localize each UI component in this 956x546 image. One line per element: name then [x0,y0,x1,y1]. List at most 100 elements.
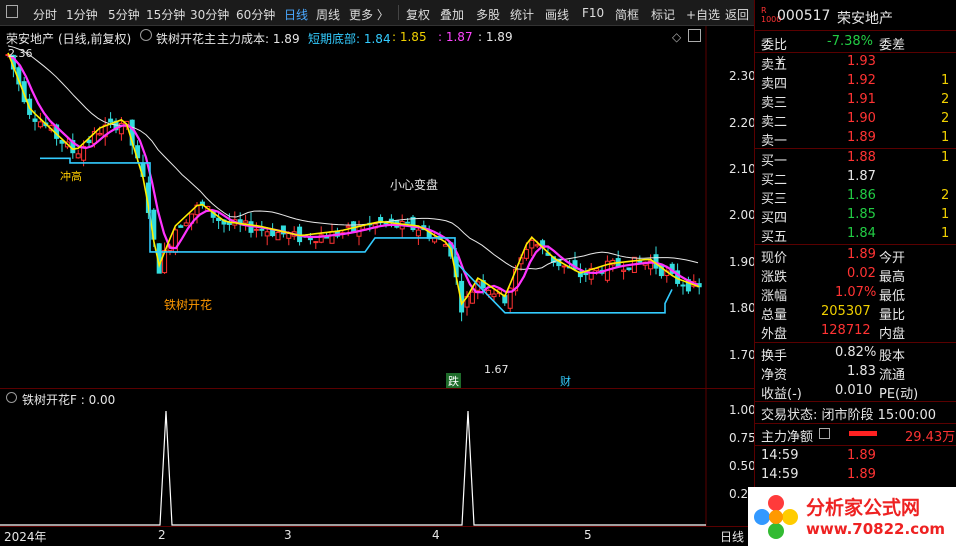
candle-body [561,265,567,268]
bid-price: 1.86 [847,188,876,203]
stat-value: 1.83 [847,364,876,379]
ask-row-5[interactable]: 卖五 ¥ 1.93 [755,53,956,73]
stock-code: 000517 [777,8,831,24]
period-tab-more[interactable]: 更多 〉 [349,6,389,23]
yen-icon: ¥ [777,54,784,67]
main-kline-panel[interactable]: 荣安地产 (日线,前复权) 铁树开花主 主力成本: 1.89 短期底部: 1.8… [0,26,756,389]
ask-price: 1.92 [847,73,876,88]
ask-volume: 1 [941,73,950,88]
stock-label: 荣安地产 [6,32,55,46]
bid-row-4[interactable]: 买四 1.85 1 [755,206,956,226]
bid-label: 买三 [761,192,788,207]
stat-label: 最高 [879,270,906,285]
bid-row-1[interactable]: 买一 1.88 1 [755,149,956,169]
ask-volume: 2 [941,92,950,107]
candle-body [264,231,270,237]
candle-body [259,228,265,231]
sidebar-toggle-icon[interactable] [6,5,18,18]
divider [755,445,956,446]
indicator-settings-icon[interactable] [140,29,152,41]
ask-row-4[interactable]: 卖四 1.92 1 [755,72,956,92]
panel-maximize-icon[interactable] [688,29,701,42]
short-ma-value: : 1.85 [392,30,427,44]
stat-value: 1.89 [847,247,876,262]
net-flow-row[interactable]: 主力净额 29.43万 [755,425,956,445]
bid-row-3[interactable]: 买三 1.86 2 [755,187,956,207]
candle-body [405,221,411,224]
date-label-apr: 4 [432,528,440,542]
bid-price: 1.84 [847,226,876,241]
stat-label: 换手 [761,349,788,364]
stat-label: 股本 [879,349,906,364]
candle-body [75,153,81,159]
mark-button[interactable]: 标记 [651,6,675,23]
draw-line-button[interactable]: 画线 [545,6,569,23]
candle-body [534,244,540,247]
indicator-value-label: 铁树开花F : 0.00 [22,393,116,407]
y-tick-220: 2.20 [729,116,756,130]
f10-button[interactable]: F10 [582,6,604,20]
add-watchlist-button[interactable]: +自选 [686,6,720,23]
tick-row: 14:59 1.89 [755,447,956,466]
drop-tag: 跌 [446,373,461,389]
stat-value: 0.02 [847,266,876,281]
tick-time: 14:59 [761,467,799,482]
candle-body [97,132,103,136]
period-tab-1min[interactable]: 1分钟 [66,6,98,23]
period-tab-daily[interactable]: 日线 [284,6,308,23]
period-tab-30min[interactable]: 30分钟 [190,6,229,23]
weicha-label: 委差 [879,38,906,53]
candle-body [32,118,38,122]
warning-note: 小心变盘 [390,178,439,192]
net-flow-value: 29.43万 [905,430,956,445]
weibi-value: -7.38% [827,34,873,49]
ask-row-2[interactable]: 卖二 1.90 2 [755,110,956,130]
overlay-button[interactable]: 叠加 [440,6,464,23]
period-tab-weekly[interactable]: 周线 [316,6,340,23]
ask-price: 1.91 [847,92,876,107]
stat-label: 收益(-) [761,387,802,402]
indicator-settings-icon[interactable] [6,392,17,403]
candle-body [345,225,351,228]
stat-label: 净资 [761,368,788,383]
candle-body [653,254,659,269]
tick-time: 14:59 [761,448,799,463]
fuquan-button[interactable]: 复权 [406,6,430,23]
net-flow-detail-icon[interactable] [819,428,830,439]
bid-price: 1.88 [847,150,876,165]
high-price-marker: 2.36 [8,47,33,60]
candle-body [626,267,632,271]
ask-row-3[interactable]: 卖三 1.91 2 [755,91,956,111]
period-tab-fenshi[interactable]: 分时 [33,6,57,23]
ask-price: 1.93 [847,54,876,69]
bid-row-2[interactable]: 买二 1.87 [755,168,956,188]
kline-svg [0,26,754,388]
bid-row-5[interactable]: 买五 1.84 1 [755,225,956,245]
period-tab-15min[interactable]: 15分钟 [146,6,185,23]
diamond-icon[interactable]: ◇ [672,30,681,44]
period-tab-60min[interactable]: 60分钟 [236,6,275,23]
bid-price: 1.87 [847,169,876,184]
main-cost-value: : 1.87 [438,30,473,44]
bid-price: 1.85 [847,207,876,222]
ask-label: 卖三 [761,96,788,111]
wealth-tag: 财 [560,375,571,388]
candle-body [275,231,281,241]
period-tab-5min[interactable]: 5分钟 [108,6,140,23]
indicator-panel[interactable]: 铁树开花F : 0.00 1.00 0.75 0.50 0.25 [0,388,756,528]
ask-row-1[interactable]: 卖一 1.89 1 [755,129,956,149]
stat-row-price: 现价 1.89 今开 [755,246,956,266]
stat-row-outer: 外盘 128712 内盘 [755,322,956,342]
ind-tick-050: 0.50 [729,459,756,473]
indicator-name: 铁树开花主 [156,32,217,46]
y-tick-210: 2.10 [729,162,756,176]
bid-label: 买二 [761,173,788,188]
stats-button[interactable]: 统计 [510,6,534,23]
candle-body [183,222,189,227]
date-label-feb: 2 [158,528,166,542]
stat-label: 流通 [879,368,906,383]
back-button[interactable]: 返回 [725,6,749,23]
simple-frame-button[interactable]: 简框 [615,6,639,23]
indicator-svg [0,389,754,527]
multi-stock-button[interactable]: 多股 [476,6,500,23]
